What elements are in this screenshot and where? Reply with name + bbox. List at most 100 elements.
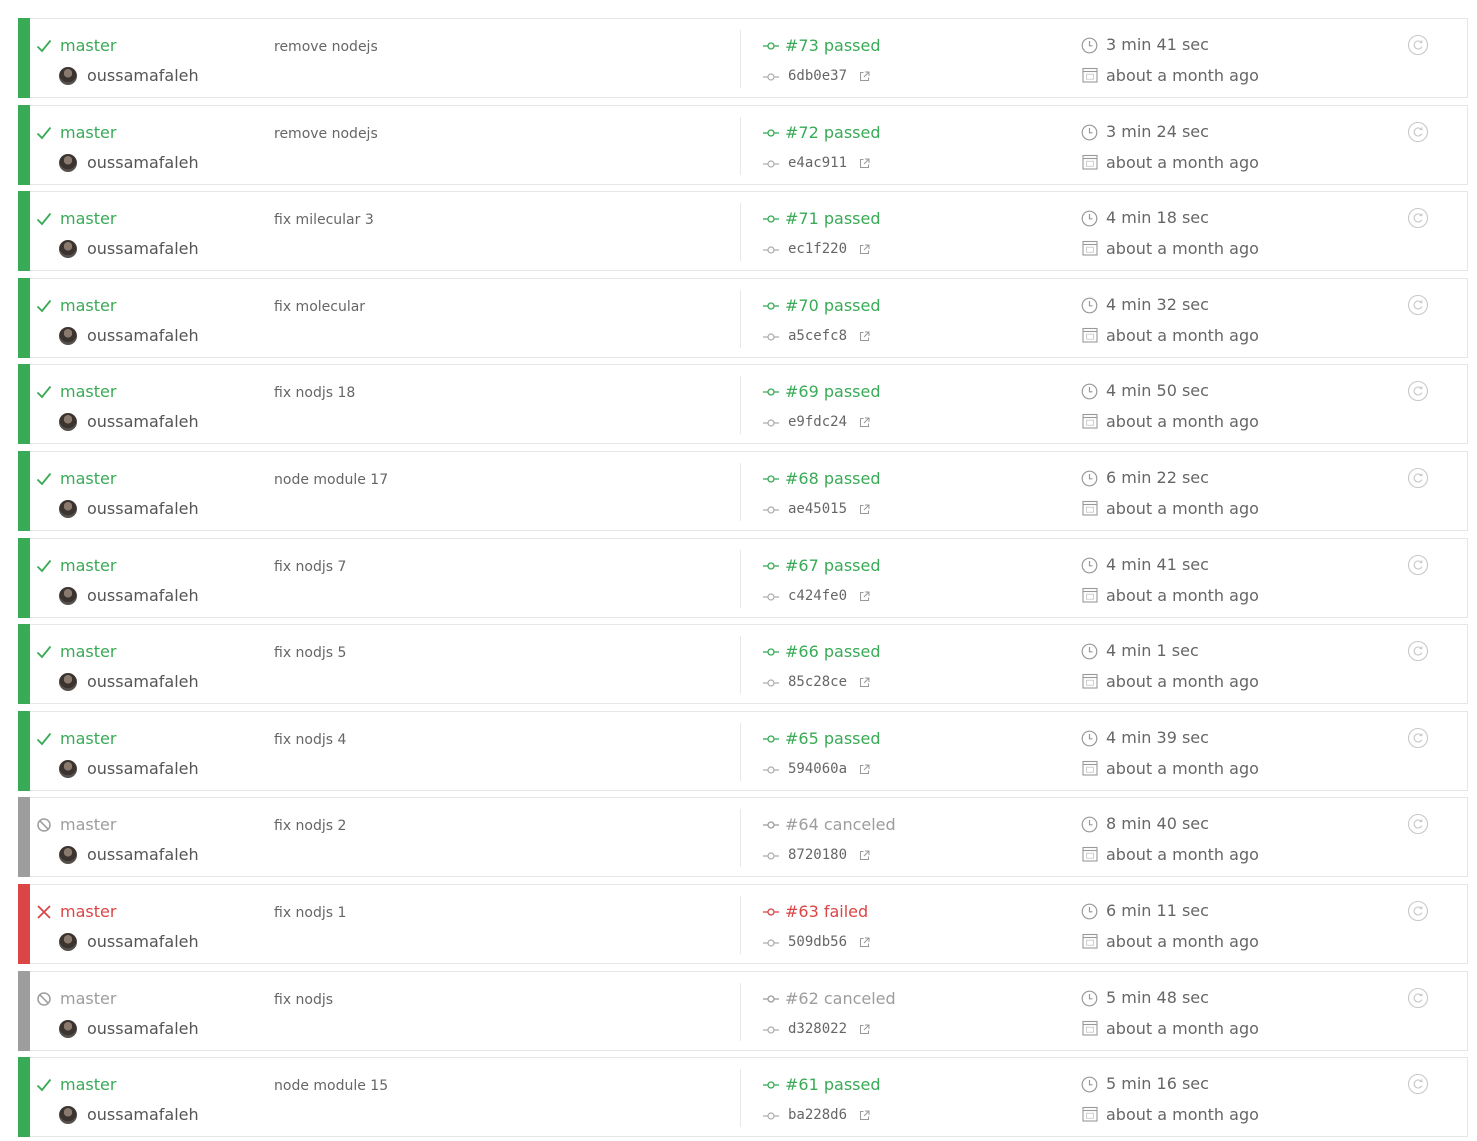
restart-build-button[interactable] — [1407, 640, 1429, 662]
branch-link[interactable]: master — [60, 556, 116, 576]
build-row[interactable]: master oussamafaleh fix nodjs 1 #63 fail… — [18, 883, 1468, 964]
avatar — [59, 932, 77, 951]
restart-build-button[interactable] — [1407, 294, 1429, 316]
external-link-icon[interactable] — [859, 504, 870, 515]
build-duration: 6 min 22 sec — [1106, 467, 1209, 487]
commit-sha-link[interactable]: ae45015 — [788, 500, 847, 518]
external-link-icon[interactable] — [859, 331, 870, 342]
restart-build-button[interactable] — [1407, 467, 1429, 489]
restart-build-button[interactable] — [1407, 554, 1429, 576]
external-link-icon[interactable] — [859, 937, 870, 948]
external-link-icon[interactable] — [859, 764, 870, 775]
build-number-link[interactable]: #70 passed — [785, 296, 880, 316]
commit-sha-link[interactable]: 85c28ce — [788, 673, 847, 691]
commit-sha-link[interactable]: ec1f220 — [788, 240, 847, 258]
commit-sha-link[interactable]: 509db56 — [788, 933, 847, 951]
build-row[interactable]: master oussamafaleh fix nodjs 4 #65 pass… — [18, 710, 1468, 791]
build-number-link[interactable]: #68 passed — [785, 469, 880, 489]
build-row[interactable]: master oussamafaleh fix milecular 3 #71 … — [18, 191, 1468, 272]
divider — [740, 203, 741, 262]
commit-sha-link[interactable]: a5cefc8 — [788, 327, 847, 345]
external-link-icon[interactable] — [859, 158, 870, 169]
build-row[interactable]: master oussamafaleh node module 15 #61 p… — [18, 1057, 1468, 1138]
commit-sha-link[interactable]: 8720180 — [788, 846, 847, 864]
restart-build-button[interactable] — [1407, 34, 1429, 56]
branch-link[interactable]: master — [60, 123, 116, 143]
divider — [740, 376, 741, 435]
restart-build-button[interactable] — [1407, 1073, 1429, 1095]
build-number-link[interactable]: #69 passed — [785, 382, 880, 402]
build-row[interactable]: master oussamafaleh fix nodjs 18 #69 pas… — [18, 364, 1468, 445]
build-number-link[interactable]: #67 passed — [785, 556, 880, 576]
restart-build-button[interactable] — [1407, 121, 1429, 143]
build-row[interactable]: master oussamafaleh fix molecular #70 pa… — [18, 277, 1468, 358]
divider — [740, 809, 741, 868]
commit-sha-link[interactable]: 594060a — [788, 760, 847, 778]
branch-link[interactable]: master — [60, 815, 116, 835]
commit-icon — [763, 1112, 779, 1120]
commit-message: fix molecular — [274, 298, 366, 315]
external-link-icon[interactable] — [859, 71, 870, 82]
branch-link[interactable]: master — [60, 382, 116, 402]
commit-icon — [763, 246, 779, 254]
finished-at: about a month ago — [1106, 412, 1259, 432]
commit-sha-link[interactable]: e4ac911 — [788, 154, 847, 172]
build-number-link[interactable]: #64 canceled — [785, 815, 896, 835]
build-number-link[interactable]: #65 passed — [785, 729, 880, 749]
build-number-link[interactable]: #61 passed — [785, 1075, 880, 1095]
build-number-link[interactable]: #62 canceled — [785, 989, 896, 1009]
branch-link[interactable]: master — [60, 209, 116, 229]
build-number-link[interactable]: #73 passed — [785, 36, 880, 56]
commit-sha-link[interactable]: e9fdc24 — [788, 413, 847, 431]
avatar — [59, 759, 77, 778]
external-link-icon[interactable] — [859, 417, 870, 428]
commit-sha-link[interactable]: ba228d6 — [788, 1106, 847, 1124]
divider — [740, 636, 741, 695]
build-commit-icon — [763, 475, 779, 483]
branch-link[interactable]: master — [60, 642, 116, 662]
restart-build-button[interactable] — [1407, 380, 1429, 402]
external-link-icon[interactable] — [859, 244, 870, 255]
restart-build-button[interactable] — [1407, 727, 1429, 749]
finished-at: about a month ago — [1106, 845, 1259, 865]
build-commit-icon — [763, 1081, 779, 1089]
build-number-link[interactable]: #63 failed — [785, 902, 868, 922]
build-row[interactable]: master oussamafaleh remove nodejs #73 pa… — [18, 18, 1468, 98]
branch-link[interactable]: master — [60, 36, 116, 56]
build-row[interactable]: master oussamafaleh fix nodjs 5 #66 pass… — [18, 624, 1468, 705]
commit-message: fix nodjs — [274, 991, 334, 1008]
build-duration: 3 min 41 sec — [1106, 35, 1209, 54]
build-number-link[interactable]: #71 passed — [785, 209, 880, 229]
build-number-link[interactable]: #72 passed — [785, 123, 880, 143]
commit-sha-link[interactable]: 6db0e37 — [788, 67, 847, 85]
commit-sha-link[interactable]: d328022 — [788, 1020, 847, 1038]
restart-build-button[interactable] — [1407, 987, 1429, 1009]
commit-message: fix nodjs 2 — [274, 818, 347, 835]
external-link-icon[interactable] — [859, 850, 870, 861]
external-link-icon[interactable] — [859, 591, 870, 602]
external-link-icon[interactable] — [859, 1024, 870, 1035]
finished-at: about a month ago — [1106, 239, 1259, 259]
build-row[interactable]: master oussamafaleh fix nodjs 2 #64 canc… — [18, 797, 1468, 878]
restart-build-button[interactable] — [1407, 900, 1429, 922]
commit-sha-link[interactable]: c424fe0 — [788, 587, 847, 605]
build-duration: 4 min 41 sec — [1106, 554, 1209, 574]
canceled-icon — [37, 818, 51, 833]
build-row[interactable]: master oussamafaleh remove nodejs #72 pa… — [18, 104, 1468, 185]
restart-build-button[interactable] — [1407, 207, 1429, 229]
checkmark-icon — [36, 472, 52, 486]
branch-link[interactable]: master — [60, 902, 116, 922]
build-row[interactable]: master oussamafaleh fix nodjs #62 cancel… — [18, 970, 1468, 1051]
branch-link[interactable]: master — [60, 1075, 116, 1095]
commit-message: fix nodjs 4 — [274, 731, 347, 748]
branch-link[interactable]: master — [60, 729, 116, 749]
external-link-icon[interactable] — [859, 677, 870, 688]
branch-link[interactable]: master — [60, 989, 116, 1009]
build-number-link[interactable]: #66 passed — [785, 642, 880, 662]
branch-link[interactable]: master — [60, 469, 116, 489]
external-link-icon[interactable] — [859, 1110, 870, 1121]
restart-build-button[interactable] — [1407, 813, 1429, 835]
branch-link[interactable]: master — [60, 296, 116, 316]
build-row[interactable]: master oussamafaleh fix nodjs 7 #67 pass… — [18, 537, 1468, 618]
build-row[interactable]: master oussamafaleh node module 17 #68 p… — [18, 450, 1468, 531]
